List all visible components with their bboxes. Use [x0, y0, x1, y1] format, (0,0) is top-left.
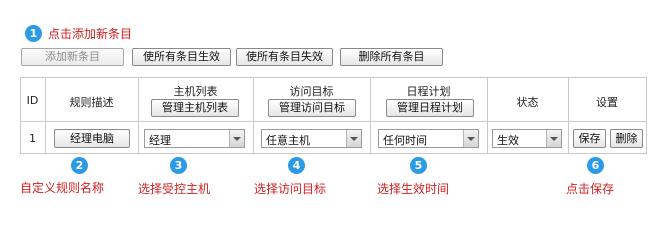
delete-all-button[interactable]: 删除所有条目: [340, 48, 443, 66]
manage-schedule-button[interactable]: 管理日程计划: [386, 99, 474, 117]
schedule-select[interactable]: 任何时间: [378, 129, 479, 148]
chevron-down-icon: [546, 130, 561, 147]
annotation-select-host: 选择受控主机: [138, 182, 211, 196]
header-rule-description: 规则描述: [69, 96, 114, 109]
disable-all-button[interactable]: 使所有条目失效: [236, 48, 333, 66]
host-select[interactable]: 经理: [144, 129, 245, 148]
step-badge-5: 5: [410, 157, 427, 174]
chevron-down-icon: [229, 130, 244, 147]
target-select[interactable]: 任意主机: [261, 129, 362, 148]
status-select-value: 生效: [497, 134, 519, 147]
annotation-add-entry: 点击添加新条目: [48, 27, 133, 41]
step-badge-4: 4: [288, 157, 305, 174]
step-badge-6: 6: [587, 157, 604, 174]
manage-host-list-button[interactable]: 管理主机列表: [151, 99, 239, 117]
header-status: 状态: [516, 96, 539, 109]
delete-button[interactable]: 删除: [610, 129, 643, 148]
chevron-down-icon: [463, 130, 478, 147]
annotation-click-save: 点击保存: [566, 182, 615, 196]
schedule-select-value: 任何时间: [383, 134, 427, 147]
save-button[interactable]: 保存: [573, 129, 606, 148]
step-badge-2: 2: [71, 157, 88, 174]
add-new-entry-button[interactable]: 添加新条目: [21, 48, 124, 66]
header-access-target: 访问目标: [289, 85, 334, 98]
header-host-list: 主机列表: [173, 85, 218, 98]
host-select-value: 经理: [149, 134, 171, 147]
manage-access-target-button[interactable]: 管理访问目标: [268, 99, 356, 117]
row-id: 1: [29, 132, 36, 145]
enable-all-button[interactable]: 使所有条目生效: [132, 48, 231, 66]
header-settings: 设置: [596, 96, 618, 109]
chevron-down-icon: [346, 130, 361, 147]
annotation-select-target: 选择访问目标: [254, 182, 327, 196]
header-schedule: 日程计划: [406, 85, 451, 98]
target-select-value: 任意主机: [266, 134, 310, 147]
rule-name-field[interactable]: 经理电脑: [54, 129, 130, 148]
step-badge-3: 3: [170, 157, 187, 174]
annotation-select-time: 选择生效时间: [377, 182, 450, 196]
annotation-rule-name: 自定义规则名称: [20, 181, 105, 195]
status-select[interactable]: 生效: [492, 129, 562, 148]
header-id: ID: [26, 94, 39, 107]
step-badge-1: 1: [25, 25, 42, 42]
